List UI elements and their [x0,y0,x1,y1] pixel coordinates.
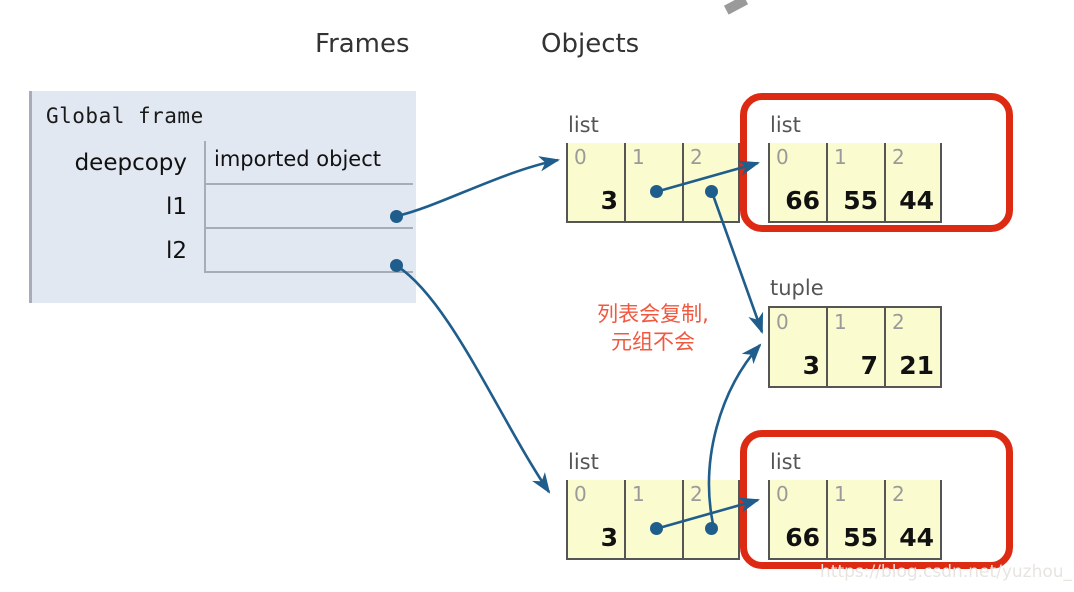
list-cell: 0 66 [768,480,826,558]
cell-index: 2 [892,310,905,334]
object-type-label-tuple: tuple [770,276,824,300]
cell-index: 2 [690,482,703,506]
cell-value: 21 [899,351,934,380]
cell-index: 1 [632,482,645,506]
object-tuple: tuple 0 3 1 7 2 21 [768,276,942,388]
cell-value: 66 [785,523,820,552]
variable-name-l2: l2 [165,238,187,264]
object-type-label-list-inner-bottom: list [770,450,801,474]
object-list-outer-top: list 0 3 1 2 [566,113,740,223]
list-cell: 2 [682,480,740,558]
cell-value: 44 [899,523,934,552]
list-cell: 2 [682,143,740,221]
list-cell: 0 66 [768,143,826,221]
diagram-canvas: Frames Objects Global frame deepcopy imp… [0,0,1074,592]
list-cell: 1 55 [826,143,884,221]
list-cell: 0 3 [566,480,624,558]
list-cells-inner-top: 0 66 1 55 2 44 [768,143,942,223]
variable-value-cell-l1 [204,185,413,229]
global-frame-box: Global frame deepcopy imported object l1… [29,91,416,303]
pointer-dot-bottom-list-slot2 [705,522,718,535]
cell-value: 66 [785,186,820,215]
cell-value: 55 [843,523,878,552]
cell-value: 3 [600,523,618,552]
pointer-dot-l2 [390,259,403,272]
cell-value: 3 [600,186,618,215]
cell-index: 2 [892,145,905,169]
variable-name-l1: l1 [165,194,187,220]
object-list-outer-bottom: list 0 3 1 2 [566,450,740,560]
variable-name-deepcopy: deepcopy [74,150,187,176]
object-list-inner-bottom: list 0 66 1 55 2 44 [768,450,942,560]
pointer-dot-top-list-slot2 [705,185,718,198]
list-cell: 2 44 [884,480,942,558]
cell-index: 0 [574,145,587,169]
object-type-label-list-outer-top: list [568,113,599,137]
watermark-text: https://blog.csdn.net/yuzhou_1shu [820,562,1074,582]
annotation-line-1: 列表会复制, [597,302,709,326]
cell-index: 1 [834,145,847,169]
cell-index: 0 [776,310,789,334]
list-cells-outer-top: 0 3 1 2 [566,143,740,223]
cell-value: 44 [899,186,934,215]
frames-column-heading: Frames [315,29,410,59]
list-cell: 1 [624,143,682,221]
list-cells-inner-bottom: 0 66 1 55 2 44 [768,480,942,560]
tuple-cell: 2 21 [884,308,942,386]
cell-value: 3 [802,351,820,380]
chinese-annotation: 列表会复制, 元组不会 [573,300,733,357]
cell-index: 0 [776,482,789,506]
cell-index: 0 [574,482,587,506]
objects-column-heading: Objects [541,29,640,59]
cell-index: 2 [892,482,905,506]
object-type-label-list-inner-top: list [770,113,801,137]
pointer-dot-top-list-slot1 [650,185,663,198]
global-frame-title: Global frame [46,104,204,128]
tuple-cell: 1 7 [826,308,884,386]
list-cell: 2 44 [884,143,942,221]
cell-value: 7 [860,351,878,380]
arrow-l1-to-list-outer-top [396,156,561,218]
cell-index: 0 [776,145,789,169]
variable-value-cell-l2 [204,229,413,273]
list-cell: 1 [624,480,682,558]
variable-row-deepcopy: deepcopy imported object [46,141,416,185]
variable-value-deepcopy: imported object [214,147,381,171]
annotation-line-2: 元组不会 [611,330,695,355]
list-cell: 1 55 [826,480,884,558]
object-type-label-list-outer-bottom: list [568,450,599,474]
tuple-cell: 0 3 [768,308,826,386]
tuple-cells: 0 3 1 7 2 21 [768,306,942,388]
list-cell: 0 3 [566,143,624,221]
cell-index: 1 [834,310,847,334]
top-edge-artifact [723,0,749,15]
object-list-inner-top: list 0 66 1 55 2 44 [768,113,942,223]
cell-index: 1 [632,145,645,169]
variable-value-cell-deepcopy: imported object [204,141,413,185]
cell-index: 1 [834,482,847,506]
list-cells-outer-bottom: 0 3 1 2 [566,480,740,560]
cell-value: 55 [843,186,878,215]
arrow-l2-to-list-outer-bottom [396,264,551,494]
cell-index: 2 [690,145,703,169]
pointer-dot-l1 [390,210,403,223]
pointer-dot-bottom-list-slot1 [650,522,663,535]
variable-row-l1: l1 [46,185,416,229]
variable-row-l2: l2 [46,229,416,273]
